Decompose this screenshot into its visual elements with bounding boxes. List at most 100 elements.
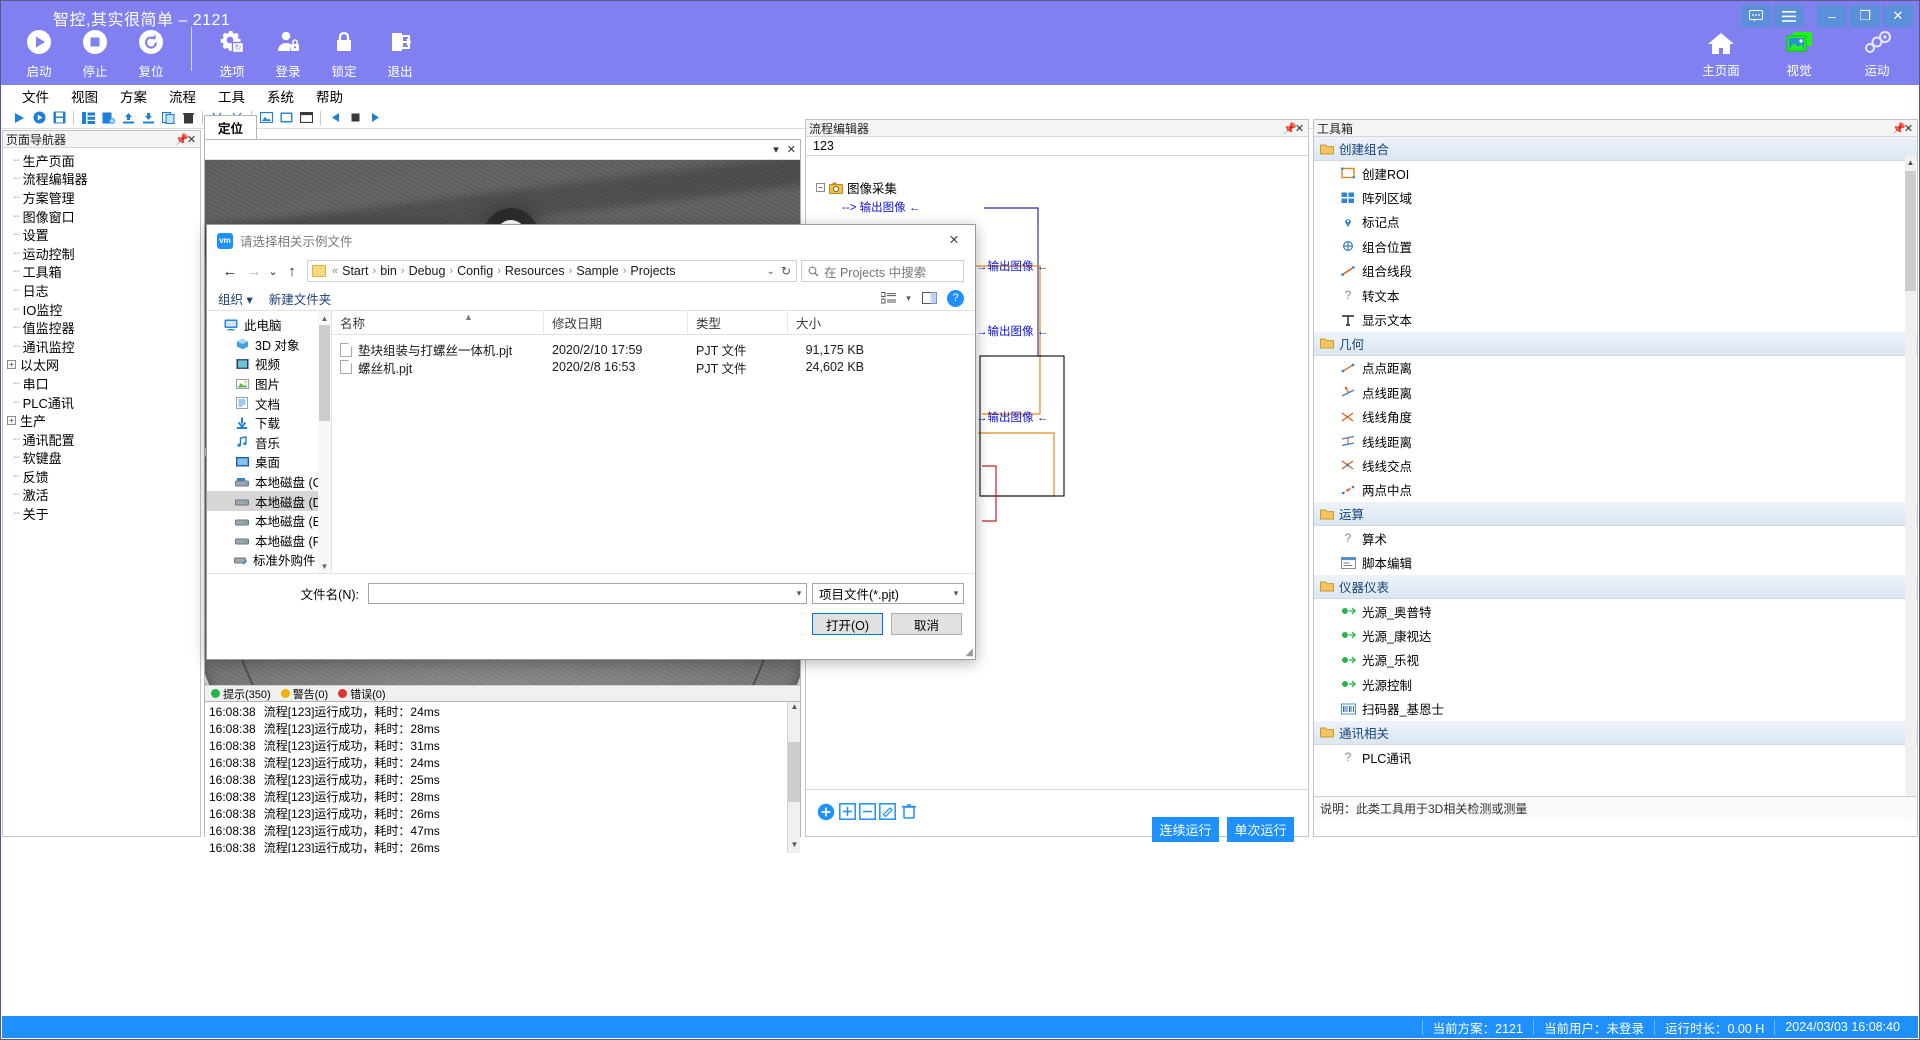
chat-icon[interactable] (1741, 5, 1771, 27)
flow-link-output-image-1[interactable]: --> 输出图像 ← (842, 199, 920, 215)
sidebar-item-feedback[interactable]: ┈反馈 (3, 467, 200, 486)
column-header-name[interactable]: 名称 (332, 311, 544, 334)
flow-link-output-image-3[interactable]: →输出图像 ← (976, 323, 1048, 339)
scroll-up-icon[interactable]: ▲ (318, 311, 331, 325)
continuous-run-button[interactable]: 连续运行 (1152, 817, 1219, 842)
scroll-thumb[interactable] (788, 742, 800, 802)
add-record-icon[interactable] (98, 109, 118, 127)
sidebar-item-production-page[interactable]: ┈生产页面 (3, 151, 200, 170)
sidebar-item-comm-monitor[interactable]: ┈通讯监控 (3, 337, 200, 356)
toolbox-item-show-text[interactable]: 显示文本 (1314, 307, 1917, 331)
lock-button[interactable]: 锁定 (316, 25, 372, 80)
column-header-size[interactable]: 大小 (788, 311, 876, 334)
edit-icon[interactable] (878, 802, 897, 821)
scroll-thumb[interactable] (319, 325, 330, 421)
log-tab-warning[interactable]: 警告(0) (281, 686, 328, 702)
single-run-button[interactable]: 单次运行 (1227, 817, 1294, 842)
start-button[interactable]: 启动 (11, 25, 67, 80)
column-header-type[interactable]: 类型 (688, 311, 788, 334)
file-list[interactable]: ▲ 名称 修改日期 类型 大小 垫块组装与打螺丝一体机.pjt 2020/2/1… (332, 311, 975, 573)
recent-locations-button[interactable]: ⌄ (266, 259, 280, 283)
toolbox-item-line-line-angle[interactable]: 线线角度 (1314, 405, 1917, 429)
sidebar-item-ethernet[interactable]: +以太网 (3, 356, 200, 375)
sidebar-item-soft-keyboard[interactable]: ┈软键盘 (3, 449, 200, 468)
forward-button[interactable]: → (242, 259, 266, 283)
up-button[interactable]: ↑ (280, 259, 304, 283)
toolbox-item-line-line-intersection[interactable]: 线线交点 (1314, 453, 1917, 477)
close-icon[interactable]: ✕ (1294, 122, 1305, 135)
login-button[interactable]: 登录 (260, 25, 316, 80)
tree-item-pictures[interactable]: 图片 (207, 374, 331, 394)
expand-icon[interactable]: + (7, 416, 16, 425)
minus-box-icon[interactable] (858, 802, 877, 821)
sidebar-item-value-monitor[interactable]: ┈值监控器 (3, 318, 200, 337)
add-icon[interactable] (816, 802, 835, 821)
list-view-icon[interactable] (877, 289, 899, 308)
toolbox-item-point-line-distance[interactable]: 点线距离 (1314, 380, 1917, 404)
menu-view[interactable]: 视图 (60, 84, 109, 108)
sidebar-item-plc-comm[interactable]: ┈PLC通讯 (3, 393, 200, 412)
tree-item-3d-objects[interactable]: 3D 对象 (207, 335, 331, 355)
sidebar-item-comm-config[interactable]: ┈通讯配置 (3, 430, 200, 449)
toolbox-item-line-line-distance[interactable]: 线线距离 (1314, 429, 1917, 453)
run-once-icon[interactable] (29, 109, 49, 127)
open-button[interactable]: 打开(O) (812, 613, 883, 635)
run-icon[interactable] (9, 109, 29, 127)
scroll-down-icon[interactable]: ▼ (318, 559, 331, 573)
exit-button[interactable]: 退出 (372, 25, 428, 80)
sidebar-item-production[interactable]: +生产 (3, 411, 200, 430)
search-input[interactable]: 在 Projects 中搜索 (801, 260, 964, 282)
vision-button[interactable]: 视觉 (1771, 27, 1827, 79)
places-tree[interactable]: 此电脑 3D 对象 视频 图片 文档 下载 音乐 桌面 本地磁盘 (C:) 本地… (207, 311, 332, 573)
plus-box-icon[interactable] (838, 802, 857, 821)
copy-page-icon[interactable] (158, 109, 178, 127)
table-row[interactable]: 螺丝机.pjt 2020/2/8 16:53 PJT 文件 24,602 KB (332, 359, 975, 377)
preview-pane-icon[interactable] (918, 289, 940, 308)
options-button[interactable]: ↻ 选项 (204, 25, 260, 80)
scroll-up-icon[interactable]: ▲ (788, 702, 800, 715)
tree-item-drive-c[interactable]: 本地磁盘 (C:) (207, 472, 331, 492)
breadcrumb-segment-projects[interactable]: Projects (627, 264, 678, 278)
toolbox-item-combine-position[interactable]: 组合位置 (1314, 234, 1917, 258)
chevron-down-icon[interactable]: ▾ (903, 289, 914, 308)
pin-icon[interactable]: 📌 (1283, 122, 1294, 135)
stop-button[interactable]: 停止 (67, 25, 123, 80)
tree-item-music[interactable]: 音乐 (207, 433, 331, 453)
filename-input[interactable]: ▾ (368, 583, 807, 604)
menu-scheme[interactable]: 方案 (109, 84, 158, 108)
tree-item-downloads[interactable]: 下载 (207, 413, 331, 433)
close-icon[interactable]: ✕ (1903, 122, 1914, 135)
pin-icon[interactable]: 📌 (175, 133, 186, 146)
file-type-filter-select[interactable]: 项目文件(*.pjt) ▾ (812, 583, 964, 604)
hamburger-icon[interactable] (1774, 5, 1804, 27)
close-button[interactable]: ✕ (1883, 5, 1913, 27)
sidebar-item-io-monitor[interactable]: ┈IO监控 (3, 300, 200, 319)
table-row[interactable]: 垫块组装与打螺丝一体机.pjt 2020/2/10 17:59 PJT 文件 9… (332, 341, 975, 359)
toolbox-item-light-control[interactable]: 光源控制 (1314, 672, 1917, 696)
breadcrumb-segment-resources[interactable]: Resources (502, 264, 568, 278)
resize-grip[interactable]: ◢ (965, 647, 973, 658)
menu-file[interactable]: 文件 (11, 84, 60, 108)
toolbox-item-arithmetic[interactable]: ?算术 (1314, 526, 1917, 550)
dialog-close-button[interactable]: ✕ (933, 225, 975, 254)
toolbox-group-create-combo[interactable]: 创建组合 (1314, 137, 1917, 161)
toolbox-item-create-roi[interactable]: 创建ROI (1314, 161, 1917, 185)
toolbox-item-light-source-leshi[interactable]: 光源_乐视 (1314, 648, 1917, 672)
flow-node-image-acquisition[interactable]: − 图像采集 (816, 178, 897, 197)
chevron-down-icon[interactable]: ▾ (773, 143, 779, 156)
refresh-icon[interactable]: ↻ (781, 264, 791, 278)
motion-button[interactable]: 运动 (1849, 27, 1905, 79)
sidebar-item-activate[interactable]: ┈激活 (3, 486, 200, 505)
home-page-button[interactable]: 主页面 (1693, 27, 1749, 79)
menu-flow[interactable]: 流程 (158, 84, 207, 108)
log-scrollbar[interactable]: ▲ ▼ (787, 702, 800, 853)
toolbox-item-two-point-midpoint[interactable]: 两点中点 (1314, 478, 1917, 502)
tab-positioning[interactable]: 定位 (204, 115, 257, 139)
sidebar-item-motion-control[interactable]: ┈运动控制 (3, 244, 200, 263)
menu-tools[interactable]: 工具 (207, 84, 256, 108)
back-button[interactable]: ← (218, 259, 242, 283)
tree-item-network-department2[interactable]: department2 (\ (207, 570, 331, 573)
toolbox-item-to-text[interactable]: ?转文本 (1314, 283, 1917, 307)
sidebar-item-scheme-management[interactable]: ┈方案管理 (3, 188, 200, 207)
breadcrumb-segment-bin[interactable]: bin (377, 264, 400, 278)
